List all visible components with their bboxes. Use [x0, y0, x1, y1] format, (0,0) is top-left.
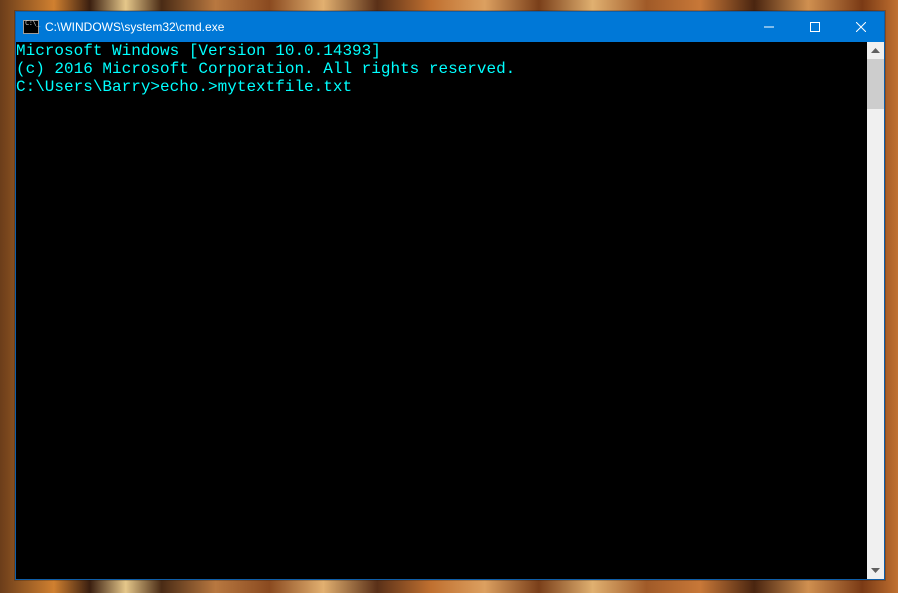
cmd-window: C:\WINDOWS\system32\cmd.exe Microsoft Wi… [15, 11, 885, 580]
maximize-button[interactable] [792, 12, 838, 42]
terminal-line: Microsoft Windows [Version 10.0.14393] [16, 42, 867, 60]
scroll-up-button[interactable] [867, 42, 884, 59]
scroll-down-button[interactable] [867, 562, 884, 579]
terminal-line: (c) 2016 Microsoft Corporation. All righ… [16, 60, 867, 78]
window-controls [746, 12, 884, 42]
window-title: C:\WINDOWS\system32\cmd.exe [45, 20, 746, 34]
desktop-background: C:\WINDOWS\system32\cmd.exe Microsoft Wi… [0, 0, 898, 593]
close-button[interactable] [838, 12, 884, 42]
terminal-prompt-line: C:\Users\Barry>echo.>mytextfile.txt [16, 78, 867, 96]
terminal-output[interactable]: Microsoft Windows [Version 10.0.14393](c… [16, 42, 867, 579]
minimize-button[interactable] [746, 12, 792, 42]
vertical-scrollbar[interactable] [867, 42, 884, 579]
titlebar[interactable]: C:\WINDOWS\system32\cmd.exe [16, 12, 884, 42]
scroll-track[interactable] [867, 59, 884, 562]
scroll-thumb[interactable] [867, 59, 884, 109]
cmd-icon [23, 20, 39, 34]
client-area: Microsoft Windows [Version 10.0.14393](c… [16, 42, 884, 579]
